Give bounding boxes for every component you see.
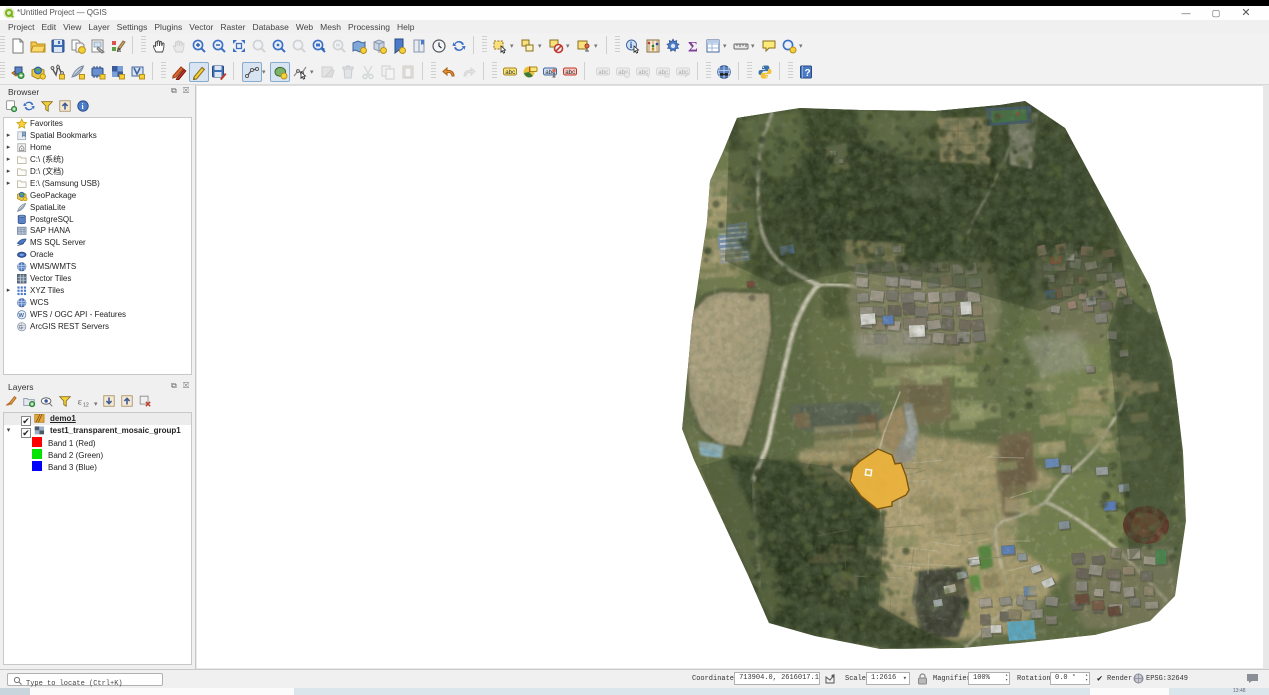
svg-text:?: ? (805, 68, 811, 79)
svg-text:a: a (117, 47, 121, 54)
svg-text:ε: ε (78, 397, 82, 408)
svg-text:abc: abc (598, 69, 608, 76)
svg-text:Σ: Σ (688, 40, 698, 55)
svg-text:abc: abc (565, 69, 575, 76)
svg-text:G: G (19, 325, 23, 331)
svg-text:12: 12 (83, 402, 89, 408)
svg-text:abc: abc (505, 69, 515, 76)
svg-text:W: W (18, 313, 24, 319)
